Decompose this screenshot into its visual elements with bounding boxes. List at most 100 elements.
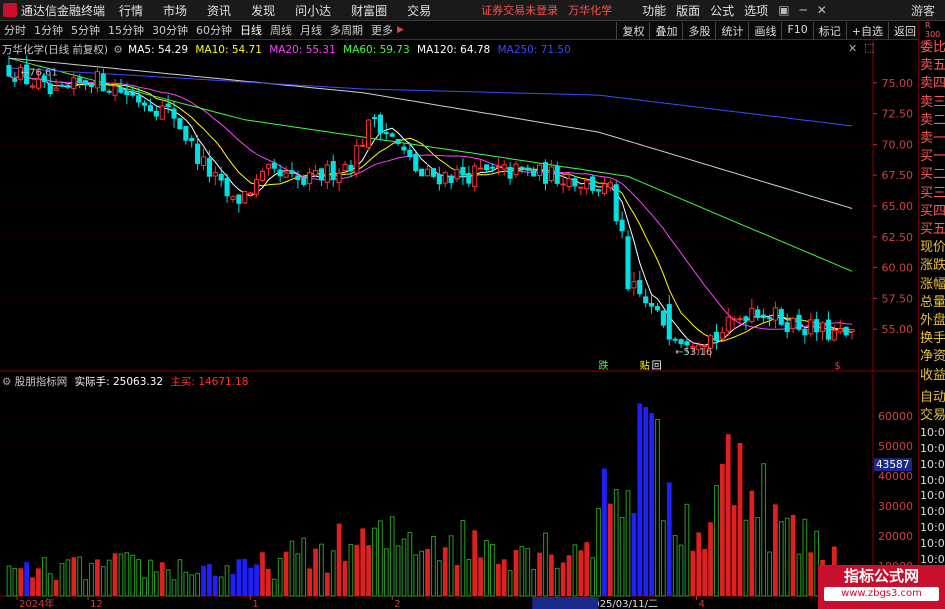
quote-label: 委比 [920,40,945,55]
candle-body [725,316,731,332]
panel-header: R 300 [919,21,945,39]
candle-body [442,172,448,184]
volume-bar [625,490,631,597]
candle-body [342,163,348,172]
candle-body [307,172,313,185]
candle-body [814,319,820,333]
candle-body [348,164,354,172]
candle-body [83,80,89,86]
legend-ma5: MA5: 54.29 [128,44,188,56]
candle-body [366,119,372,149]
ma10-line [8,74,853,342]
volume-bar [755,517,761,597]
chart-pin-icon[interactable]: ⬚ [864,41,874,54]
volume-bar [643,407,649,596]
candle-body [171,108,177,119]
candle-body [259,170,266,182]
panel-trade[interactable]: 交易 [919,407,945,425]
volume-bar [177,559,183,597]
volume-bar [549,554,554,596]
candle-body [71,77,77,90]
candle-body [513,163,519,176]
panel-auto[interactable]: 自动 [919,389,945,407]
volume-bar [478,557,483,596]
volume-bar [324,572,330,596]
candle-body [761,314,767,319]
volume-bar [218,576,224,597]
volume-bar [378,520,383,597]
chart-close-icon[interactable]: ✕ [848,42,857,55]
settings-icon[interactable]: ⚙ [113,44,122,56]
candle-body [566,178,572,188]
volume-bar [584,542,590,596]
volume-bar [77,556,83,597]
candle-body [77,77,83,83]
legend-ma60: MA60: 59.73 [343,44,410,56]
volume-bar [153,571,159,597]
candle-body [383,132,389,135]
candle-body [478,167,484,170]
volume-bar [342,560,348,596]
price-tick-label: 57.50 [882,292,914,305]
candle-body [401,146,407,151]
volume-bar [36,568,41,596]
candle-body [448,175,454,183]
legend-ma20: MA20: 55.31 [269,44,336,56]
volume-bar [808,552,814,596]
candle-body [548,166,554,182]
candle-body [265,163,271,169]
ma-legend: 万华化学(日线 前复权) ⚙ MA5: 54.29 MA10: 54.71 MA… [2,42,571,57]
kline-chart[interactable]: ←76.61 ←53.16 跌 贴回 $ 75.00 72.50 70.00 67.50 65.… [0,0,945,609]
volume-bar [513,549,519,596]
volume-bar [372,527,377,597]
volume-bar [95,559,100,596]
volume-bar [142,577,147,597]
volume-bar [41,557,47,597]
volume-cursor-value: 43587 [876,459,909,471]
candle-body [825,319,832,340]
volume-bar [289,540,295,597]
candle-body [501,164,507,170]
candle-body [200,156,207,166]
candle-body [525,167,531,171]
candle-body [6,65,12,77]
volume-bar [637,403,643,596]
price-tick-label: 55.00 [882,323,914,336]
candle-body [542,162,549,184]
volume-bar [313,548,318,596]
candle-body [643,296,649,304]
volume-bar [578,550,584,596]
volume-bar [554,567,560,597]
candle-body [206,157,212,177]
candle-body [230,196,236,200]
candle-body [289,170,295,174]
candle-body [324,164,330,183]
quote-label: 收益 [920,367,945,383]
candle-body [407,149,413,158]
date-tick-label: 2 [394,599,400,609]
settings-icon[interactable]: ⚙ [2,376,11,388]
volume-bar [395,545,401,597]
candle-body [112,85,118,96]
volume-bar [165,569,171,597]
volume-bar [666,482,672,596]
candle-body [472,165,478,188]
volume-bar [71,557,77,596]
vol-legend-buy: 主买: 14671.18 [170,376,249,388]
candle-body [790,317,796,330]
quote-label: 外盘 [920,313,945,329]
candle-body [271,162,277,169]
candle-body [12,78,18,82]
candle-body [35,78,41,89]
candle-body [820,322,826,332]
volume-bar [124,552,130,597]
candle-body [419,168,425,177]
volume-bar [18,568,24,596]
signal-mark: 回 [652,360,662,372]
volume-bars [6,403,855,597]
price-tick-label: 60.00 [882,262,914,275]
candle-body [395,138,401,144]
candle-body [808,319,814,335]
volume-bar [719,463,725,596]
volume-bar [472,530,478,596]
